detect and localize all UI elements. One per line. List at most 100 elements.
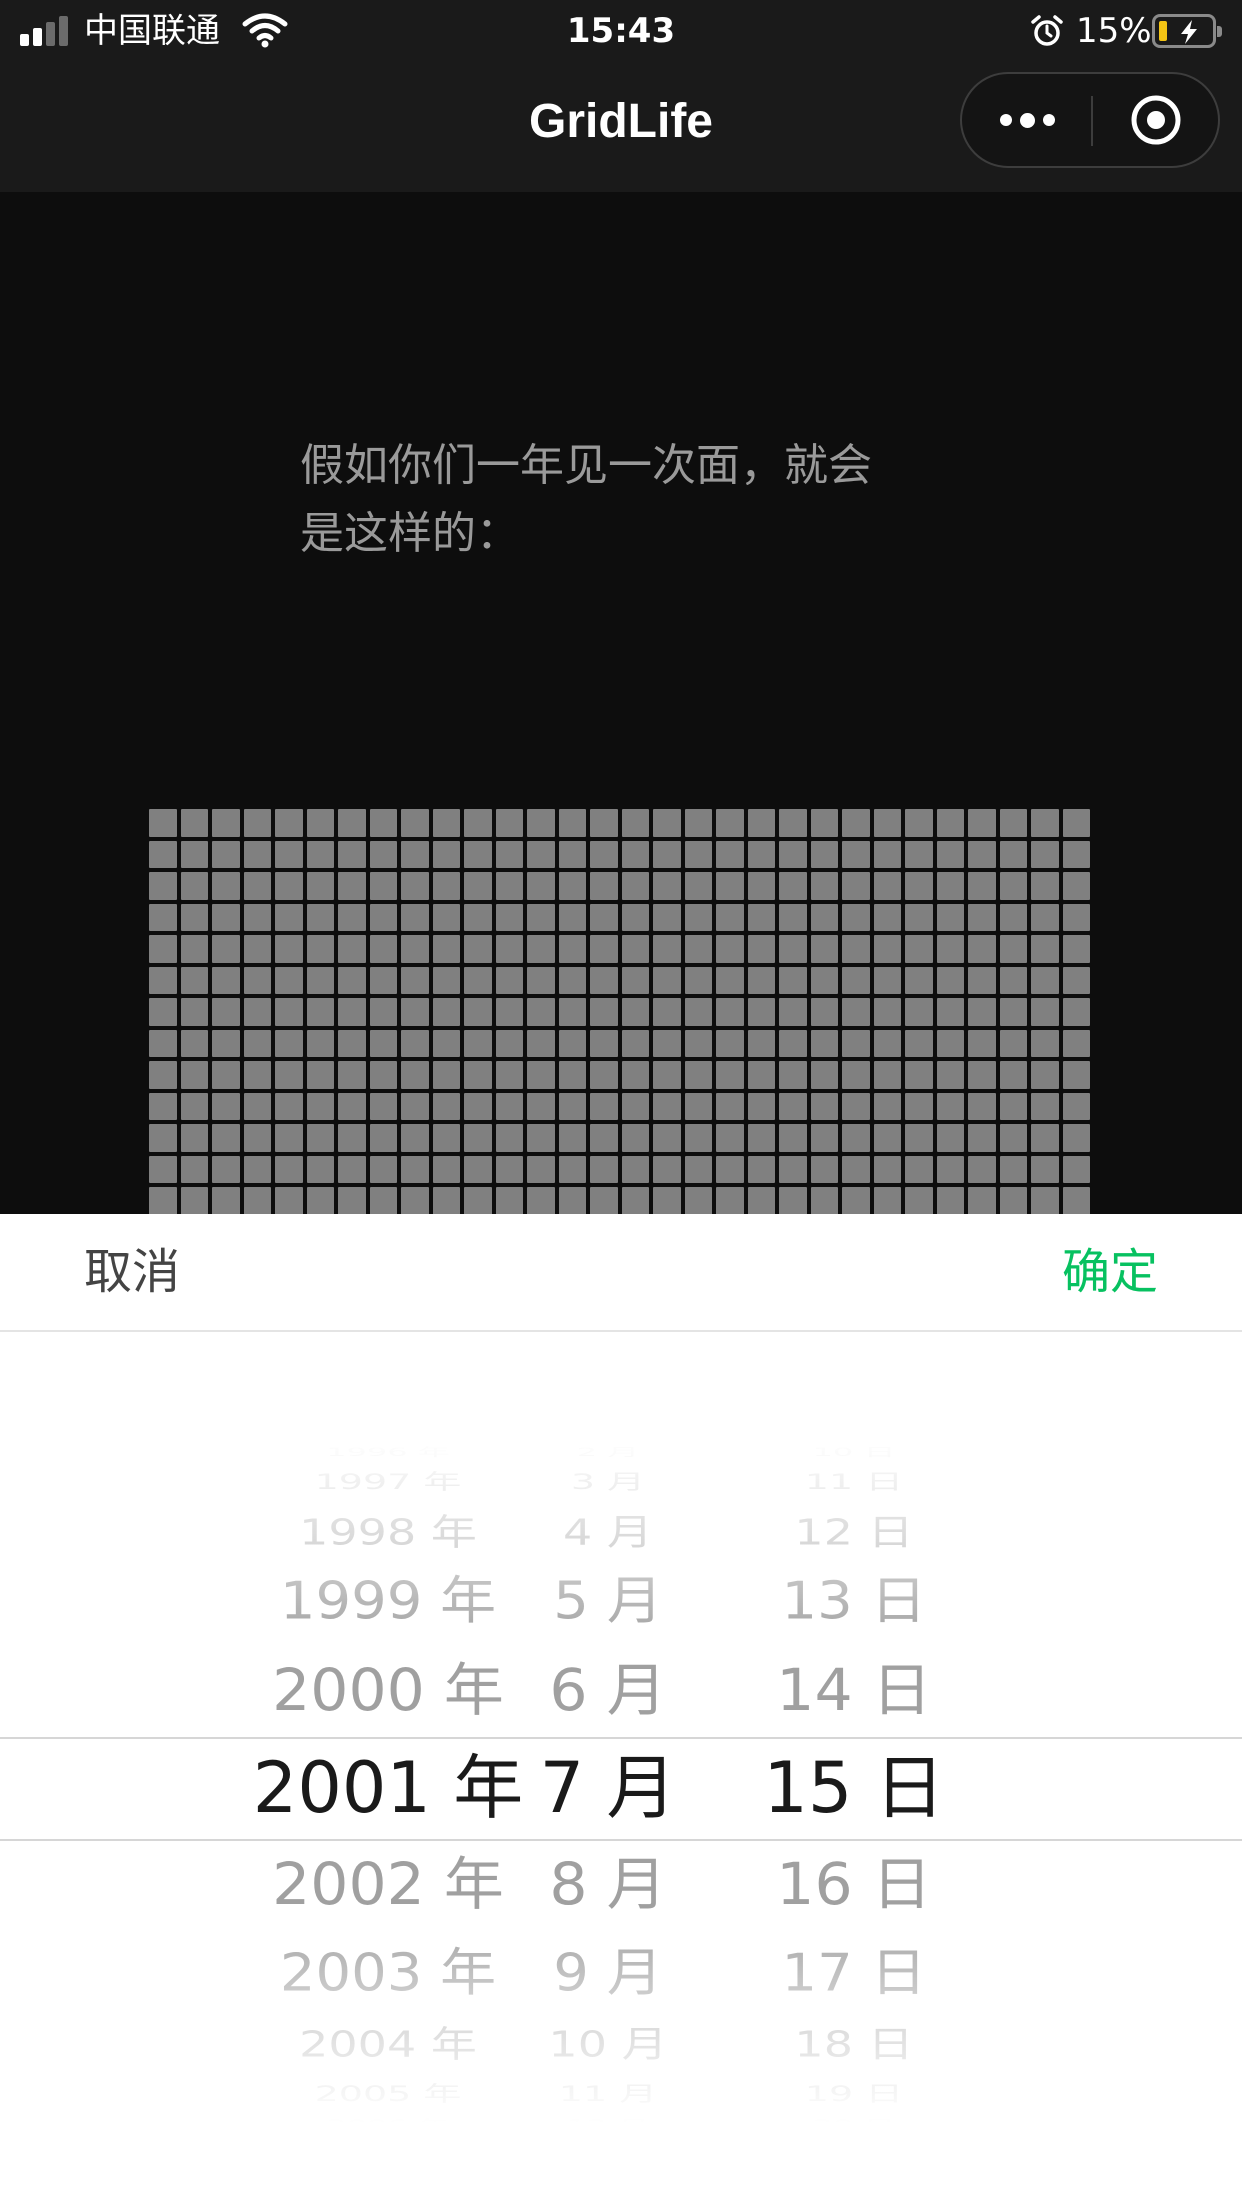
grid-cell [873,935,901,963]
grid-cell [936,935,964,963]
grid-cell [180,1092,208,1120]
grid-cell [590,872,618,900]
grid-cell [779,998,807,1026]
grid-cell [558,872,586,900]
grid-cell [1062,1187,1090,1214]
grid-cell [653,903,681,931]
grid-cell [716,809,744,837]
grid-cell [999,998,1027,1026]
grid-cell [243,809,271,837]
battery-icon [1152,14,1222,48]
grid-cell [1031,1029,1059,1057]
cancel-button[interactable]: 取消 [84,1242,180,1302]
grid-cell [842,1155,870,1183]
grid-cell [842,1124,870,1152]
grid-cell [936,966,964,994]
grid-cell [432,966,460,994]
grid-cell [401,966,429,994]
grid-cell [464,1155,492,1183]
grid-cell [558,903,586,931]
main-content: 假如你们一年见一次面，就会 是这样的： [0,192,1242,1214]
grid-cell [779,840,807,868]
grid-cell [747,935,775,963]
grid-cell [842,966,870,994]
grid-cell [558,840,586,868]
picker-year-option[interactable]: 2000 年 [238,1662,538,1720]
grid-cell [653,1029,681,1057]
picker-year-option[interactable]: 2001 年 [238,1753,538,1823]
grid-cell [968,903,996,931]
picker-year-option[interactable]: 1999 年 [238,1576,538,1628]
grid-cell [527,998,555,1026]
grid-cell [590,903,618,931]
grid-cell [275,1061,303,1089]
grid-cell [149,840,177,868]
picker-year-option[interactable]: 2005 年 [238,2084,538,2105]
grid-cell [968,809,996,837]
grid-cell [905,1187,933,1214]
grid-cell [464,1124,492,1152]
grid-cell [747,903,775,931]
grid-cell [936,1187,964,1214]
grid-cell [779,1187,807,1214]
picker-wheels[interactable]: 20 日19 日18 日17 日16 日15 日14 日13 日12 日11 日… [0,1434,1242,2130]
grid-cell [621,935,649,963]
confirm-button[interactable]: 确定 [1062,1242,1158,1302]
grid-cell [464,1061,492,1089]
grid-cell [275,1187,303,1214]
grid-cell [999,1092,1027,1120]
picker-toolbar: 取消 确定 [0,1214,1242,1332]
grid-cell [306,1124,334,1152]
grid-cell [464,966,492,994]
grid-cell [810,1029,838,1057]
picker-year-option[interactable]: 2003 年 [238,1948,538,2000]
grid-cell [149,1155,177,1183]
grid-cell [842,809,870,837]
grid-cell [716,903,744,931]
grid-cell [779,1061,807,1089]
grid-cell [1062,966,1090,994]
grid-cell [1031,1124,1059,1152]
grid-cell [306,872,334,900]
picker-bottom-spacer [0,2124,1242,2208]
grid-cell [180,998,208,1026]
grid-cell [747,1124,775,1152]
grid-cell [495,903,523,931]
grid-cell [149,1061,177,1089]
grid-cell [558,1029,586,1057]
picker-year-option[interactable]: 1998 年 [238,1514,538,1550]
grid-cell [464,872,492,900]
grid-cell [495,1124,523,1152]
more-dots-icon[interactable] [962,74,1092,166]
grid-cell [747,1029,775,1057]
picker-year-option[interactable]: 2002 年 [238,1856,538,1914]
grid-cell [590,809,618,837]
grid-cell [999,1061,1027,1089]
grid-cell [558,809,586,837]
grid-cell [999,935,1027,963]
grid-cell [905,1029,933,1057]
grid-cell [527,1092,555,1120]
target-circle-icon[interactable] [1092,74,1220,166]
grid-cell [149,872,177,900]
grid-cell [684,872,712,900]
grid-cell [905,1155,933,1183]
grid-cell [306,809,334,837]
grid-cell [905,872,933,900]
grid-cell [432,872,460,900]
grid-cell [369,1029,397,1057]
picker-year-option[interactable]: 2004 年 [238,2026,538,2062]
grid-cell [401,872,429,900]
grid-cell [275,903,303,931]
grid-cell [1062,1029,1090,1057]
grid-cell [180,809,208,837]
grid-cell [621,966,649,994]
grid-cell [149,935,177,963]
grid-cell [716,935,744,963]
grid-cell [495,1029,523,1057]
grid-cell [653,1155,681,1183]
grid-cell [1031,872,1059,900]
picker-year-option[interactable]: 1996 年 [238,1446,538,1457]
grid-cell [905,809,933,837]
picker-year-option[interactable]: 1997 年 [238,1472,538,1493]
